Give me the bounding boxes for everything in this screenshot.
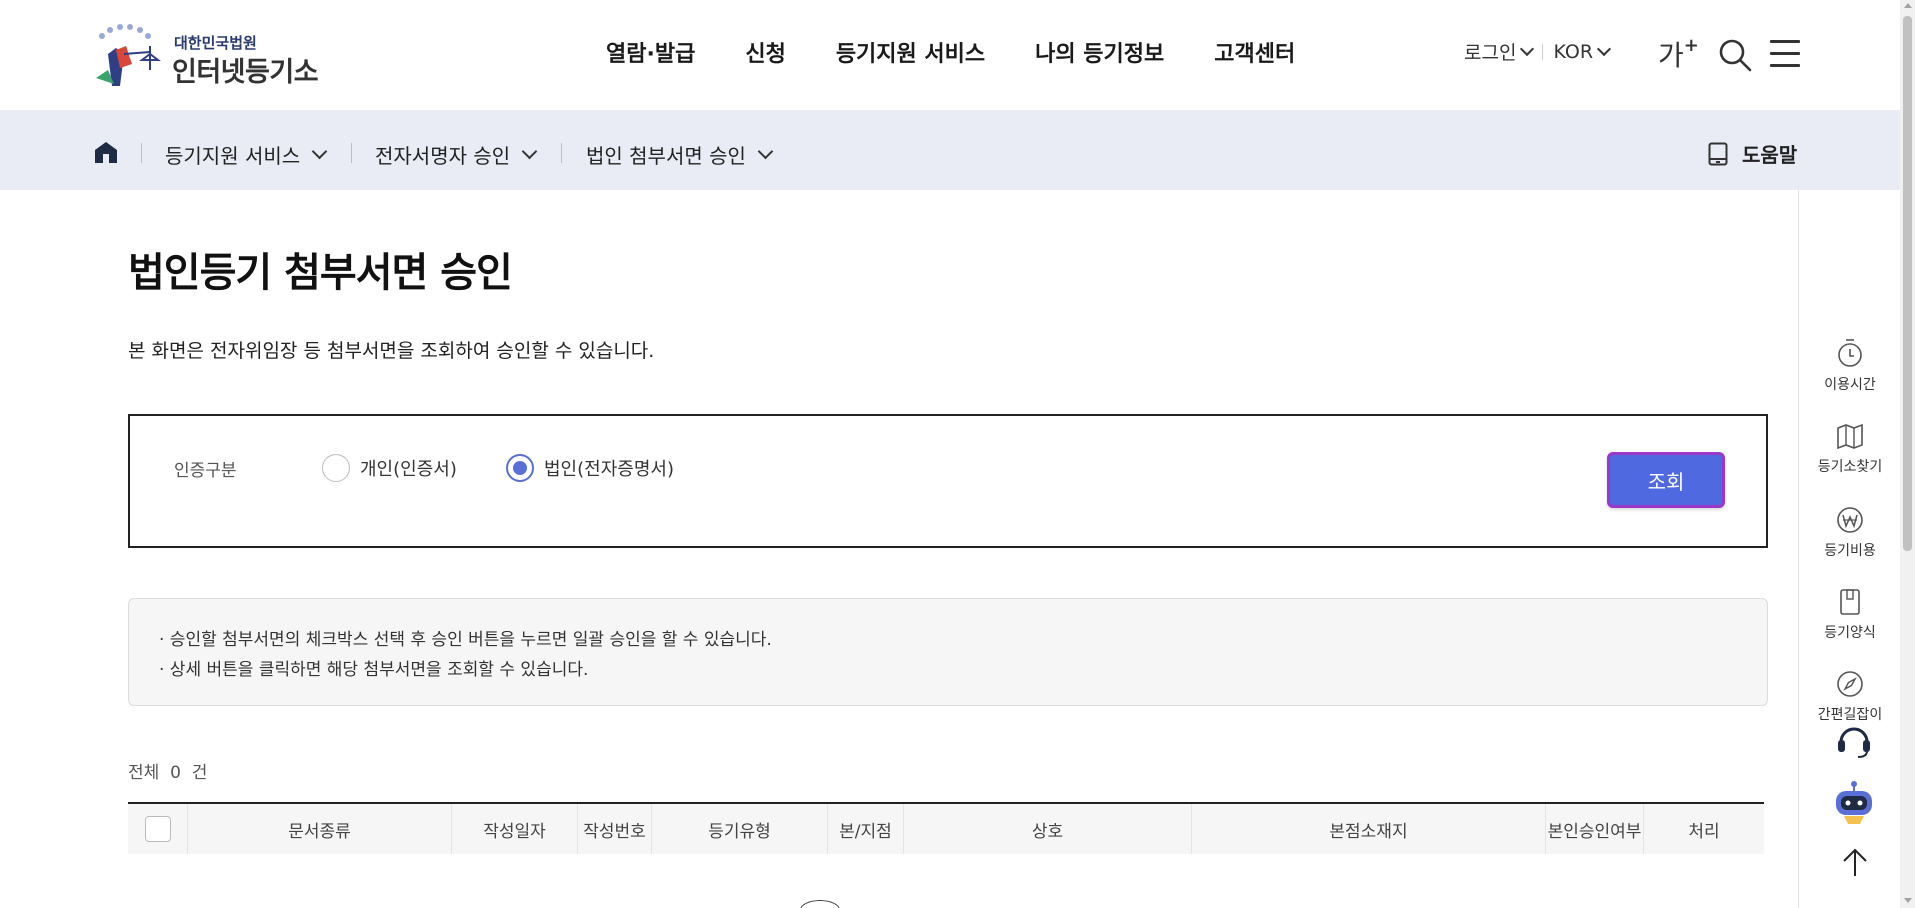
total-prefix: 전체 [128,763,160,783]
page-title: 법인등기 첨부서면 승인 [128,250,513,296]
compass-icon [1837,671,1863,697]
info-notice: · 승인할 첨부서면의 체크박스 선택 후 승인 버튼을 누르면 일괄 승인을 … [128,598,1768,706]
chevron-down-icon [757,143,774,160]
select-all-checkbox[interactable] [144,816,171,842]
breadcrumb-label: 법인 첨부서면 승인 [586,144,746,168]
login-label: 로그인 [1464,42,1517,64]
chevron-down-icon [311,143,328,160]
divider [1542,43,1544,60]
quick-menu-label: 등기양식 [1824,625,1876,641]
plus-icon: + [1683,34,1699,56]
chatbot-icon[interactable] [1832,780,1876,826]
nav-item-view-issue[interactable]: 열람·발급 [606,36,695,68]
court-emblem-icon [96,24,161,86]
info-line: · 상세 버튼을 클릭하면 해당 첨부서면을 조회할 수 있습니다. [159,660,589,680]
nav-item-customer-center[interactable]: 고객센터 [1214,36,1295,68]
site-logo[interactable]: 대한민국법원 인터넷등기소 [94,24,324,90]
breadcrumb-divider [141,143,142,163]
breadcrumb-corporate-attachment[interactable]: 법인 첨부서면 승인 [586,140,774,169]
radio-personal-certificate[interactable]: 개인(인증서) [322,454,457,482]
chevron-down-icon [1520,41,1535,56]
headset-icon[interactable] [1836,720,1872,760]
search-icon[interactable] [1718,38,1752,72]
map-icon [1837,423,1863,450]
quick-menu-forms[interactable]: 등기양식 [1800,588,1900,642]
table-header-row: 문서종류 작성일자 작성번호 등기유형 본/지점 상호 본점소재지 본인승인여부… [128,802,1764,854]
language-label: KOR [1553,40,1594,63]
logo-title: 인터넷등기소 [172,57,319,88]
font-size-label: 가 [1658,39,1684,72]
nav-item-support-services[interactable]: 등기지원 서비스 [836,36,985,68]
nav-item-apply[interactable]: 신청 [745,36,785,68]
table-header-registry-type[interactable]: 등기유형 [652,804,828,854]
radio-label: 개인(인증서) [360,459,457,480]
login-dropdown[interactable]: 로그인 [1464,38,1535,65]
table-header-number[interactable]: 작성번호 [578,804,652,854]
table-header-date[interactable]: 작성일자 [452,804,578,854]
breadcrumb-support-services[interactable]: 등기지원 서비스 [165,140,328,169]
quick-menu-guide[interactable]: 간편길잡이 [1800,670,1900,724]
table-header-doc-type[interactable]: 문서종류 [188,804,452,854]
total-number: 0 [170,763,181,783]
scroll-down-arrow-icon[interactable] [1904,898,1912,903]
breadcrumb-signer-approval[interactable]: 전자서명자 승인 [375,140,538,169]
quick-menu-label: 등기비용 [1824,543,1876,559]
quick-menu-label: 이용시간 [1824,377,1876,393]
search-button[interactable]: 조회 [1607,452,1725,508]
font-size-button[interactable]: 가+ [1658,34,1699,74]
quick-menu-label: 등기소찾기 [1817,459,1883,475]
utility-menu: 로그인 KOR [1464,38,1612,65]
auth-type-label: 인증구분 [174,461,237,481]
table-header-head-office[interactable]: 본점소재지 [1192,804,1546,854]
breadcrumb-divider [351,143,352,163]
quick-menu-fees[interactable]: 등기비용 [1800,506,1900,560]
language-dropdown[interactable]: KOR [1553,40,1612,63]
won-icon [1837,507,1863,533]
content-divider [1798,190,1799,908]
quick-menu-find-office[interactable]: 등기소찾기 [1800,422,1900,476]
radio-circle-selected [506,454,534,482]
breadcrumb-label: 전자서명자 승인 [375,144,511,168]
breadcrumb-divider [561,143,562,163]
main-nav: 열람·발급 신청 등기지원 서비스 나의 등기정보 고객센터 [606,36,1345,68]
nav-item-my-registry[interactable]: 나의 등기정보 [1035,36,1164,68]
help-label: 도움말 [1742,143,1798,167]
chevron-down-icon [1596,41,1612,56]
scroll-up-arrow-icon[interactable] [1904,3,1912,8]
help-button[interactable]: 도움말 [1708,139,1797,168]
info-line: · 승인할 첨부서면의 체크박스 선택 후 승인 버튼을 누르면 일괄 승인을 … [159,630,772,650]
breadcrumb-label: 등기지원 서비스 [165,144,301,168]
hamburger-menu-icon[interactable] [1770,40,1800,67]
quick-menu-hours[interactable]: 이용시간 [1800,338,1900,394]
radio-corporate-certificate[interactable]: 법인(전자증명서) [506,454,674,482]
total-suffix: 건 [191,763,208,783]
radio-label: 법인(전자증명서) [544,459,674,480]
pagination-control[interactable] [800,900,840,908]
scrollbar-thumb[interactable] [1903,16,1912,551]
table-header-branch[interactable]: 본/지점 [828,804,904,854]
help-book-icon [1708,142,1728,165]
clock-icon [1838,339,1862,367]
table-header-checkbox-cell [128,804,188,854]
page-description: 본 화면은 전자위임장 등 첨부서면을 조회하여 승인할 수 있습니다. [128,340,655,362]
home-icon[interactable] [94,141,118,163]
radio-circle [322,454,350,482]
table-header-action[interactable]: 처리 [1644,804,1764,854]
total-count: 전체 0 건 [128,758,207,783]
scroll-to-top-icon[interactable] [1840,846,1870,878]
table-header-approval-status[interactable]: 본인승인여부 [1546,804,1644,854]
table-header-company-name[interactable]: 상호 [904,804,1192,854]
document-icon [1840,589,1860,615]
chevron-down-icon [521,143,538,160]
site-header: 대한민국법원 인터넷등기소 열람·발급 신청 등기지원 서비스 나의 등기정보 … [0,0,1900,110]
